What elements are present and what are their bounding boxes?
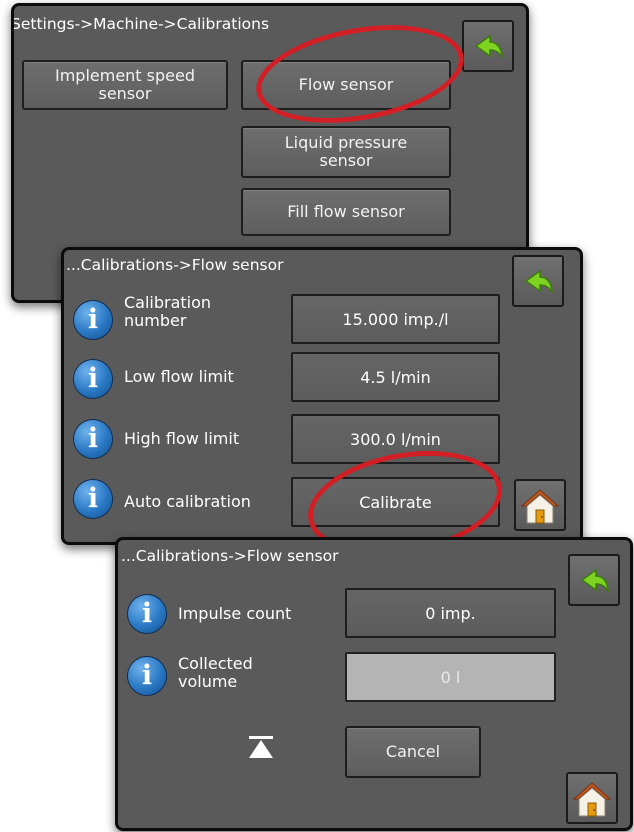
high-flow-limit-label: High flow limit: [124, 429, 240, 448]
button-label: Implement speed sensor: [54, 65, 195, 103]
impulse-count-label: Impulse count: [178, 604, 292, 623]
flow-sensor-panel: ...Calibrations->Flow sensor i Calibrati…: [61, 247, 583, 545]
calibrate-button[interactable]: Calibrate: [291, 477, 500, 527]
back-button[interactable]: [512, 255, 564, 307]
auto-calibration-label: Auto calibration: [124, 492, 251, 511]
cancel-button[interactable]: Cancel: [345, 726, 481, 778]
low-flow-limit-label: Low flow limit: [124, 367, 234, 386]
flow-sensor-button[interactable]: Flow sensor: [241, 60, 451, 110]
button-label: Flow sensor: [298, 74, 394, 94]
impulse-count-field: 0 imp.: [345, 588, 556, 638]
info-icon[interactable]: i: [128, 657, 166, 695]
home-button[interactable]: [566, 772, 618, 824]
back-arrow-icon: [580, 568, 609, 593]
breadcrumb: ...Calibrations->Flow sensor: [66, 256, 284, 274]
collected-volume-label: Collected volume: [178, 654, 253, 692]
liquid-pressure-sensor-button[interactable]: Liquid pressure sensor: [241, 126, 451, 178]
fill-flow-sensor-button[interactable]: Fill flow sensor: [241, 188, 451, 236]
home-icon: [572, 782, 612, 817]
back-arrow-icon: [474, 34, 503, 59]
calibration-progress-panel: ...Calibrations->Flow sensor i Impulse c…: [115, 537, 633, 831]
breadcrumb: Settings->Machine->Calibrations: [11, 15, 270, 33]
high-flow-limit-field[interactable]: 300.0 l/min: [291, 414, 500, 464]
eject-triangle-icon[interactable]: [248, 735, 274, 763]
breadcrumb: ...Calibrations->Flow sensor: [121, 547, 339, 565]
back-arrow-icon: [524, 269, 553, 294]
collected-volume-field: 0 l: [345, 652, 556, 702]
back-button[interactable]: [568, 554, 620, 606]
info-icon[interactable]: i: [128, 595, 166, 633]
back-button[interactable]: [462, 20, 514, 72]
home-button[interactable]: [514, 479, 566, 531]
button-label: Fill flow sensor: [287, 201, 405, 221]
info-icon[interactable]: i: [74, 420, 112, 458]
info-icon[interactable]: i: [74, 360, 112, 398]
info-icon[interactable]: i: [74, 301, 112, 339]
calibration-number-field[interactable]: 15.000 imp./l: [291, 294, 500, 344]
button-label: Liquid pressure sensor: [284, 132, 408, 170]
button-label: Cancel: [385, 741, 441, 761]
low-flow-limit-field[interactable]: 4.5 l/min: [291, 352, 500, 402]
implement-speed-sensor-button[interactable]: Implement speed sensor: [22, 60, 228, 110]
calibration-number-label: Calibration number: [124, 293, 212, 331]
home-icon: [520, 489, 560, 524]
info-icon[interactable]: i: [74, 480, 112, 518]
